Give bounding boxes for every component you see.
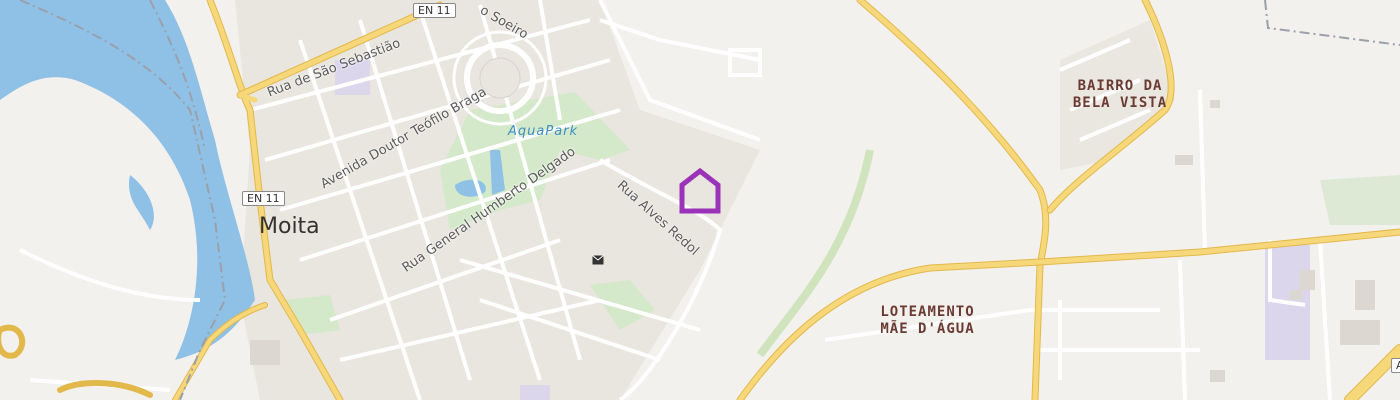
district-label-bela-vista: BAIRRO DA BELA VISTA [1070,78,1170,112]
district-line-2: MÃE D'ÁGUA [880,321,975,337]
road-shield-en11: EN 11 [413,3,456,18]
map-canvas[interactable]: Moita BAIRRO DA BELA VISTA LOTEAMENTO MÃ… [0,0,1400,400]
town-label-moita: Moita [259,214,320,239]
road-shield-en11: EN 11 [242,191,285,206]
park-label-aquapark: AquaPark [508,124,579,139]
home-marker-icon[interactable] [678,167,722,219]
mail-icon [592,250,604,269]
road-shield-a: A [1391,358,1400,373]
park-east [1320,175,1400,225]
district-line-2: BELA VISTA [1072,95,1168,111]
district-label-mae-dagua: LOTEAMENTO MÃE D'ÁGUA [865,304,990,338]
district-line-1: BAIRRO DA [1077,78,1163,94]
zone-purple-3 [520,385,550,400]
district-line-1: LOTEAMENTO [880,304,975,320]
